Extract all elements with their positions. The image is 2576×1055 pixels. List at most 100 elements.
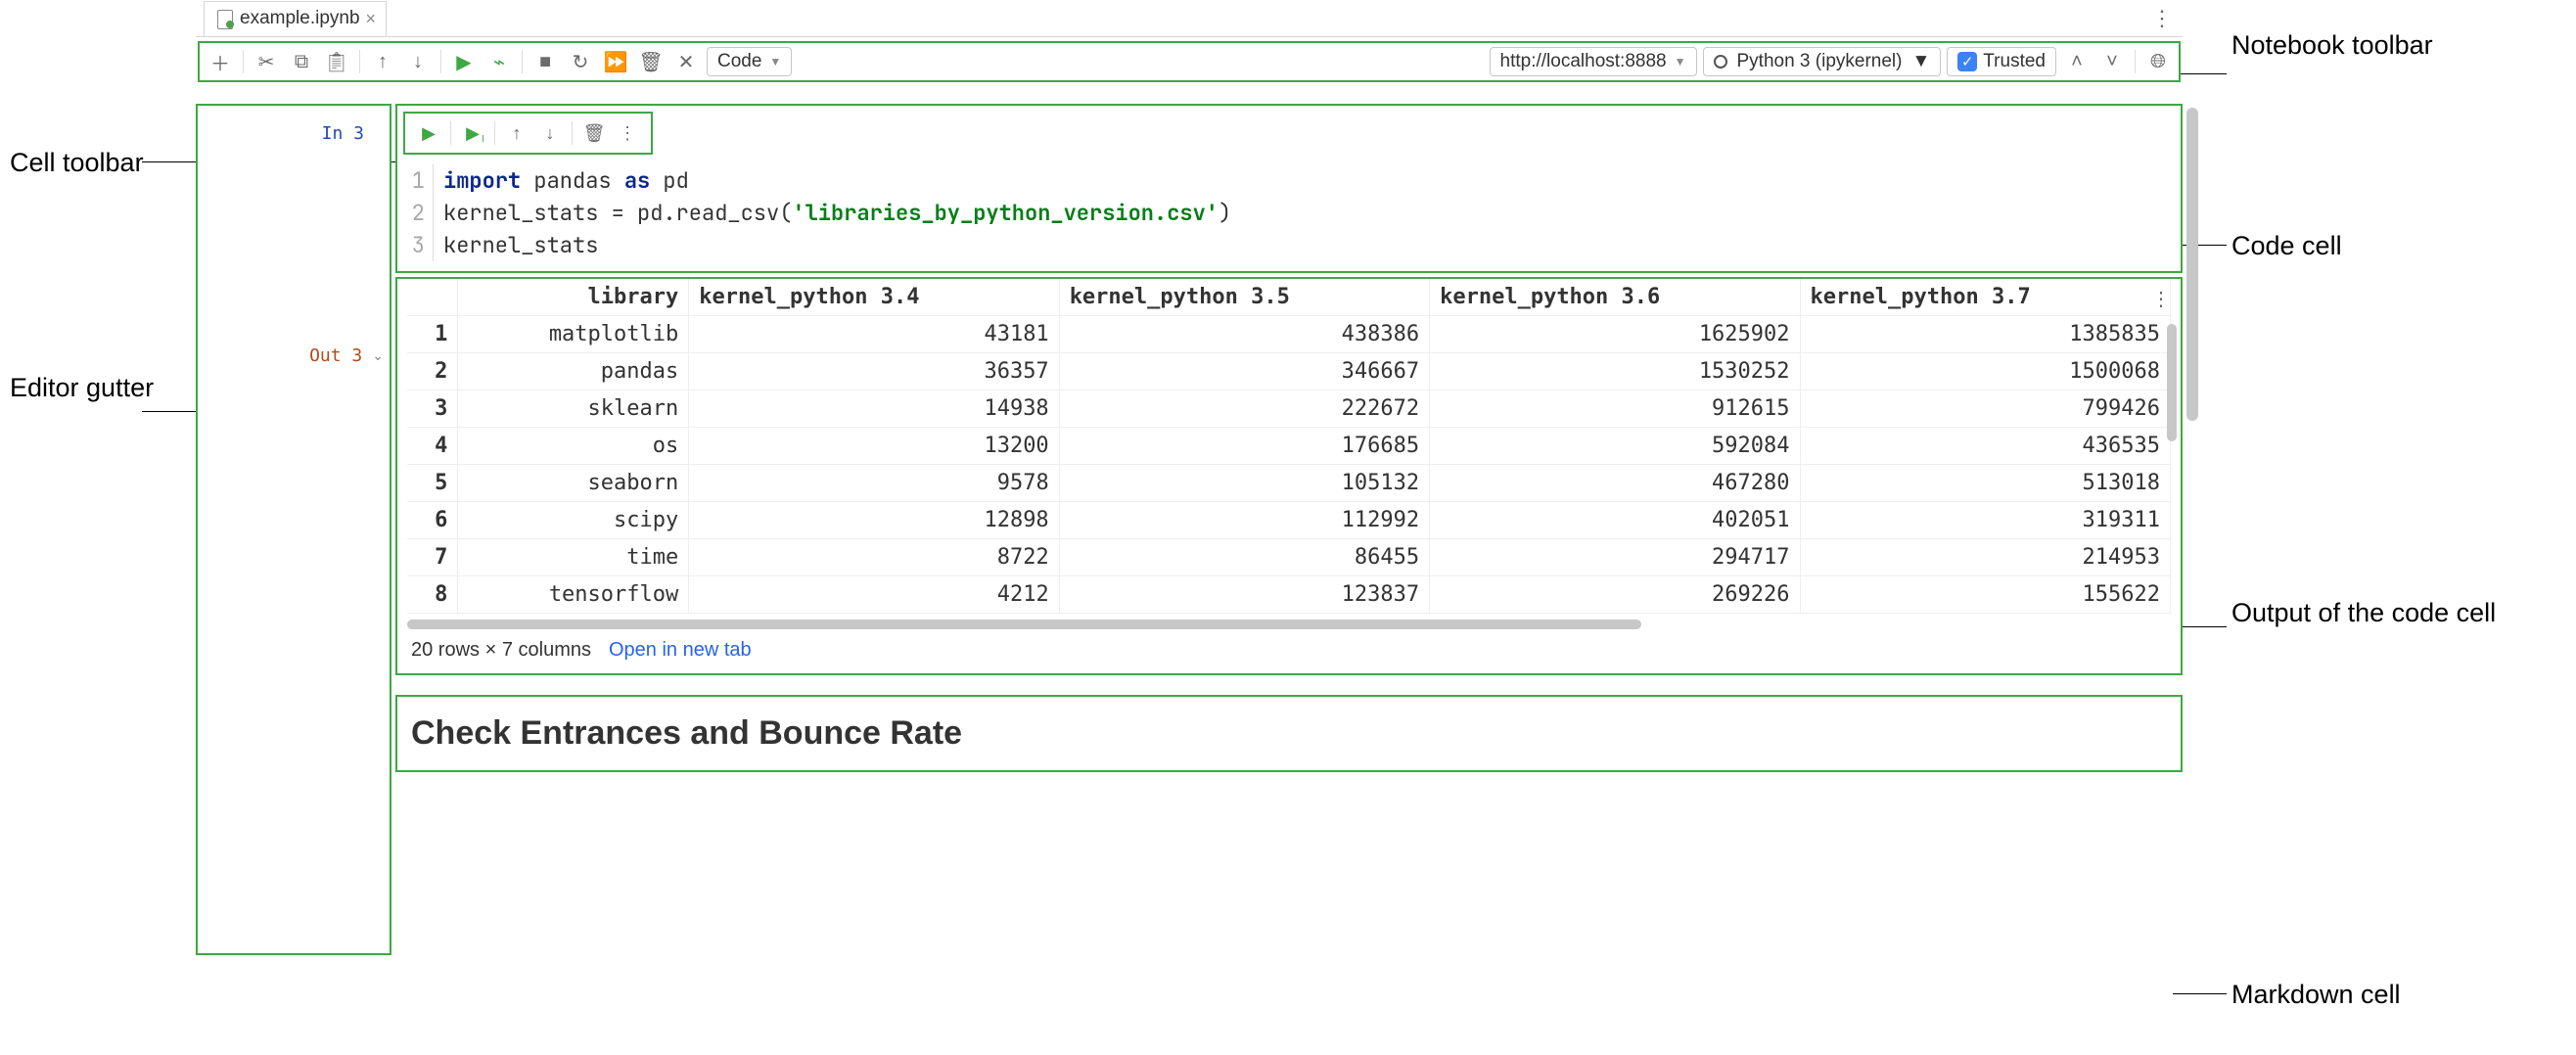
globe-icon[interactable]: 🌐︎	[2143, 47, 2173, 76]
cell-library: tensorflow	[458, 576, 689, 614]
cell-value: 799426	[1800, 390, 2170, 428]
cell-value: 8722	[689, 539, 1059, 576]
cell-value: 176685	[1059, 428, 1429, 465]
cell-value: 112992	[1059, 502, 1429, 539]
markdown-cell[interactable]: Check Entrances and Bounce Rate	[395, 695, 2183, 772]
cell-value: 14938	[689, 390, 1059, 428]
paste-icon[interactable]: 📋︎	[322, 47, 351, 76]
cell-value: 123837	[1059, 576, 1429, 614]
move-cell-down-icon[interactable]: ↓	[536, 119, 564, 147]
chevron-down-icon[interactable]: ⌄	[372, 347, 384, 364]
table-row[interactable]: 6scipy12898112992402051319311	[407, 502, 2171, 539]
close-tab-icon[interactable]: ×	[366, 9, 377, 29]
cell-value: 12898	[689, 502, 1059, 539]
out-prompt: Out 3	[309, 345, 368, 366]
cell-value: 105132	[1059, 465, 1429, 502]
cell-value: 438386	[1059, 316, 1429, 353]
cell-value: 86455	[1059, 539, 1429, 576]
tab-filename: example.ipynb	[240, 8, 360, 29]
table-row[interactable]: 4os13200176685592084436535	[407, 428, 2171, 465]
table-row[interactable]: 3sklearn14938222672912615799426	[407, 390, 2171, 428]
delete-icon[interactable]: 🗑︎	[636, 47, 666, 76]
row-index: 1	[407, 316, 458, 353]
stop-icon[interactable]: ■	[530, 47, 560, 76]
cell-value: 912615	[1430, 390, 1800, 428]
move-up-icon[interactable]: ↑	[368, 47, 397, 76]
cell-value: 346667	[1059, 353, 1429, 390]
expand-down-icon[interactable]: ˅	[2097, 47, 2127, 76]
cell-value: 4212	[689, 576, 1059, 614]
run-all-icon[interactable]: ⏩	[601, 47, 630, 76]
table-row[interactable]: 7time872286455294717214953	[407, 539, 2171, 576]
notebook-toolbar: ＋ ✂ ⧉ 📋︎ ↑ ↓ ▶ ⌁ ■ ↻ ⏩ 🗑︎ ✕ Code ▼ http:…	[198, 41, 2181, 82]
output-vscrollbar[interactable]	[2167, 324, 2177, 441]
collapse-up-icon[interactable]: ˄	[2062, 47, 2092, 76]
cell-value: 436535	[1800, 428, 2170, 465]
kernel-select[interactable]: Python 3 (ipykernel) ▼	[1703, 47, 1942, 76]
annotation-line	[2173, 993, 2227, 994]
code-editor[interactable]: 1 2 3 import pandas as pd kernel_stats =…	[397, 161, 2181, 271]
row-index: 5	[407, 465, 458, 502]
line-numbers: 1 2 3	[397, 164, 433, 261]
row-index: 6	[407, 502, 458, 539]
row-index: 2	[407, 353, 458, 390]
cell-value: 467280	[1430, 465, 1800, 502]
row-index: 7	[407, 539, 458, 576]
cut-icon[interactable]: ✂	[252, 47, 281, 76]
cell-type-select[interactable]: Code ▼	[707, 47, 792, 76]
kernel-status-icon	[1714, 55, 1727, 69]
row-index: 8	[407, 576, 458, 614]
row-index: 3	[407, 390, 458, 428]
copy-icon[interactable]: ⧉	[287, 47, 316, 76]
output-hscrollbar[interactable]	[407, 619, 1641, 629]
trusted-toggle[interactable]: ✓ Trusted	[1947, 47, 2056, 76]
server-url-select[interactable]: http://localhost:8888 ▼	[1490, 47, 1697, 76]
cell-value: 222672	[1059, 390, 1429, 428]
table-row[interactable]: 1matplotlib4318143838616259021385835	[407, 316, 2171, 353]
cell-library: time	[458, 539, 689, 576]
tab-options-icon[interactable]: ⋮	[2151, 6, 2173, 31]
cell-scrollbar[interactable]	[2186, 108, 2198, 421]
restart-icon[interactable]: ↻	[566, 47, 595, 76]
cell-library: sklearn	[458, 390, 689, 428]
open-in-new-tab-link[interactable]: Open in new tab	[609, 639, 752, 662]
caret-down-icon: ▼	[769, 55, 781, 69]
table-row[interactable]: 8tensorflow4212123837269226155622	[407, 576, 2171, 614]
notebook-file-icon	[214, 9, 234, 28]
table-row[interactable]: 2pandas3635734666715302521500068	[407, 353, 2171, 390]
cell-library: os	[458, 428, 689, 465]
run-cell-icon[interactable]: ▶	[415, 119, 442, 147]
table-header-row: library kernel_python 3.4 kernel_python …	[407, 279, 2171, 316]
annotation-markdown-cell: Markdown cell	[2231, 979, 2401, 1012]
more-actions-icon[interactable]: ⋮	[614, 119, 641, 147]
output-shape: 20 rows × 7 columns	[411, 639, 591, 662]
move-down-icon[interactable]: ↓	[403, 47, 433, 76]
run-cell-icon[interactable]: ▶	[449, 47, 479, 76]
cell-value: 13200	[689, 428, 1059, 465]
clear-output-icon[interactable]: ✕	[671, 47, 701, 76]
cell-value: 9578	[689, 465, 1059, 502]
output-options-icon[interactable]: ⋮	[2151, 287, 2171, 311]
caret-down-icon: ▼	[1675, 55, 1686, 69]
cell-value: 36357	[689, 353, 1059, 390]
delete-cell-icon[interactable]: 🗑︎	[580, 119, 608, 147]
editor-tab-bar: example.ipynb × ⋮	[196, 0, 2183, 37]
editor-tab[interactable]: example.ipynb ×	[204, 1, 387, 36]
table-row[interactable]: 5seaborn9578105132467280513018	[407, 465, 2171, 502]
cell-value: 269226	[1430, 576, 1800, 614]
row-index: 4	[407, 428, 458, 465]
debug-cell-icon[interactable]: ⌁	[484, 47, 514, 76]
markdown-heading: Check Entrances and Bounce Rate	[411, 714, 2167, 753]
editor-gutter: In 3 Out 3 ⌄	[196, 104, 391, 955]
code-cell[interactable]: ▶ ▶I ↑ ↓ 🗑︎ ⋮ 1 2 3	[395, 104, 2183, 273]
add-cell-icon[interactable]: ＋	[206, 47, 235, 76]
move-cell-up-icon[interactable]: ↑	[503, 119, 530, 147]
annotation-editor-gutter: Editor gutter	[10, 372, 154, 405]
cell-value: 155622	[1800, 576, 2170, 614]
run-and-select-icon[interactable]: ▶I	[459, 119, 486, 147]
cell-value: 1385835	[1800, 316, 2170, 353]
cell-value: 1625902	[1430, 316, 1800, 353]
cell-toolbar: ▶ ▶I ↑ ↓ 🗑︎ ⋮	[403, 112, 653, 155]
caret-down-icon: ▼	[1911, 51, 1930, 72]
dataframe-table: library kernel_python 3.4 kernel_python …	[407, 279, 2171, 614]
